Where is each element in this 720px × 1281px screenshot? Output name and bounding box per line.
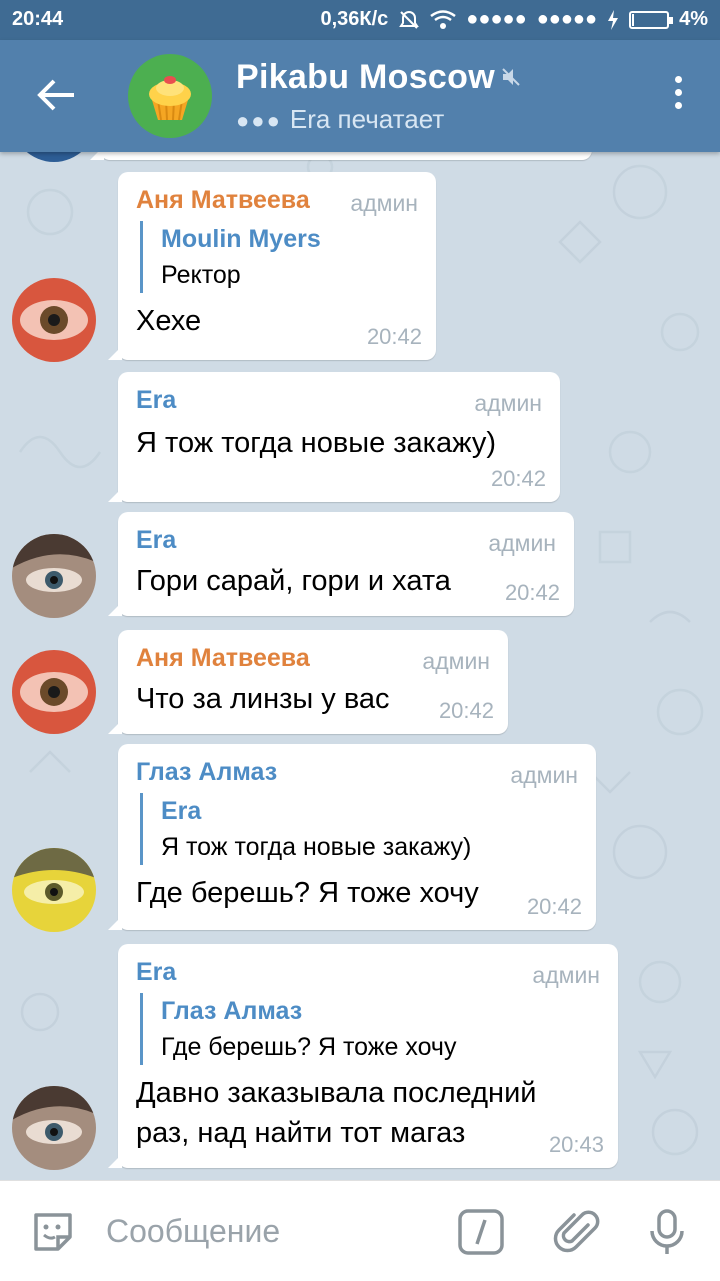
- typing-dots-icon: ●●●: [236, 108, 282, 133]
- sender-avatar-anya[interactable]: [12, 650, 96, 734]
- signal-2-icon: ●●●●●: [536, 8, 598, 30]
- status-time: 20:44: [12, 8, 64, 30]
- message-text-line-1: Давно заказывала последний: [136, 1077, 537, 1109]
- reply-quote[interactable]: Era Я тож тогда новые закажу): [140, 793, 578, 865]
- eye-avatar-image: [12, 1086, 96, 1170]
- message-time: 20:43: [548, 1132, 604, 1157]
- sender-avatar-era[interactable]: [12, 534, 96, 618]
- sticker-icon[interactable]: [28, 1207, 78, 1257]
- admin-label: админ: [474, 390, 542, 416]
- message-time: 20:42: [438, 698, 494, 723]
- message-text: Где берешь? Я тоже хочу: [136, 877, 479, 909]
- sender-avatar-glaz[interactable]: [12, 848, 96, 932]
- message-bubble[interactable]: Era админ Я тож тогда новые закажу) 20:4…: [108, 372, 560, 502]
- message-bubble[interactable]: Era админ Глаз Алмаз Где берешь? Я тоже …: [108, 944, 618, 1168]
- message-text: Я тож тогда новые закажу): [136, 427, 497, 459]
- message-bubble[interactable]: Era админ Гори сарай, гори и хата 20:42: [108, 512, 574, 616]
- message-text: Что за линзы у вас: [136, 683, 390, 715]
- yellow-eye-avatar-image: [12, 848, 96, 932]
- admin-label: админ: [350, 190, 418, 216]
- message-time: 20:42: [490, 466, 546, 491]
- battery-percent: 4%: [679, 8, 708, 30]
- wifi-icon: [430, 9, 457, 29]
- red-eye-avatar-image: [12, 650, 96, 734]
- admin-label: админ: [422, 648, 490, 674]
- status-right: 0,36К/с ●●●●● ●●●●● 4%: [320, 8, 708, 31]
- charging-icon: [608, 9, 619, 30]
- group-avatar[interactable]: [128, 54, 212, 138]
- message-bubble[interactable]: Аня Матвеева админ Moulin Myers Ректор Х…: [108, 172, 436, 360]
- network-speed: 0,36К/с: [320, 8, 389, 30]
- reply-name: Era: [161, 797, 202, 825]
- message-bubble-partial: [90, 152, 592, 160]
- red-eye-avatar-image: [12, 278, 96, 362]
- reply-text: Я тож тогда новые закажу): [161, 833, 472, 861]
- attach-icon[interactable]: [552, 1207, 602, 1257]
- chat-header: Pikabu Moscow ●●● Era печатает: [0, 40, 720, 152]
- status-bar: 20:44 0,36К/с ●●●●● ●●●●● 4%: [0, 0, 720, 40]
- message-time: 20:42: [526, 894, 582, 919]
- message-input-bar: Сообщение: [0, 1180, 720, 1281]
- sender-avatar-anya[interactable]: [12, 278, 96, 362]
- eye-avatar-image: [12, 534, 96, 618]
- muffin-icon: [149, 76, 191, 121]
- muted-icon: [502, 68, 520, 86]
- admin-label: админ: [510, 762, 578, 788]
- battery-icon: [629, 10, 674, 29]
- message-text-line-2: раз, над найти тот магаз: [136, 1117, 466, 1149]
- back-arrow-icon[interactable]: [32, 70, 82, 120]
- message-bubble[interactable]: Аня Матвеева админ Что за линзы у вас 20…: [108, 630, 508, 734]
- reply-quote[interactable]: Глаз Алмаз Где берешь? Я тоже хочу: [140, 993, 600, 1065]
- message-time: 20:42: [504, 580, 560, 605]
- admin-label: админ: [488, 530, 556, 556]
- reply-quote[interactable]: Moulin Myers Ректор: [140, 221, 418, 293]
- chat-title: Pikabu Moscow: [236, 58, 495, 96]
- reply-text: Ректор: [161, 261, 241, 289]
- more-options-icon[interactable]: [670, 76, 686, 116]
- bot-command-icon[interactable]: [456, 1207, 506, 1257]
- sender-name[interactable]: Era: [136, 958, 600, 987]
- message-time: 20:42: [366, 324, 422, 349]
- microphone-icon[interactable]: [642, 1207, 692, 1257]
- message-text: Гори сарай, гори и хата: [136, 565, 451, 597]
- alarm-off-icon: [399, 10, 420, 29]
- typing-status: ●●● Era печатает: [236, 104, 444, 135]
- admin-label: админ: [532, 962, 600, 988]
- sender-avatar-era[interactable]: [12, 1086, 96, 1170]
- reply-name: Moulin Myers: [161, 225, 321, 253]
- reply-name: Глаз Алмаз: [161, 997, 303, 1025]
- message-bubble[interactable]: Глаз Алмаз админ Era Я тож тогда новые з…: [108, 744, 596, 930]
- chat-area[interactable]: Аня Матвеева админ Moulin Myers Ректор Х…: [0, 152, 720, 1180]
- reply-text: Где берешь? Я тоже хочу: [161, 1033, 457, 1061]
- signal-1-icon: ●●●●●: [466, 8, 527, 30]
- typing-text: Era печатает: [289, 104, 445, 134]
- message-input[interactable]: Сообщение: [106, 1213, 280, 1250]
